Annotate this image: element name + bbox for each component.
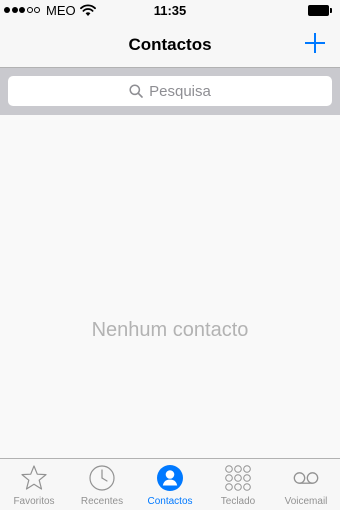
tab-bar: Favoritos Recentes Contactos Teclado Voi… [0, 458, 340, 510]
search-placeholder: Pesquisa [149, 82, 211, 100]
status-bar: MEO 11:35 [0, 0, 340, 22]
contacts-list: Nenhum contacto [0, 115, 340, 458]
search-input[interactable]: Pesquisa [8, 76, 332, 106]
person-icon [157, 465, 183, 491]
navigation-bar: Contactos [0, 22, 340, 68]
search-bar: Pesquisa [0, 68, 340, 115]
tab-recentes[interactable]: Recentes [68, 459, 136, 510]
voicemail-icon [293, 472, 319, 484]
status-time: 11:35 [153, 3, 187, 18]
battery-full-icon [308, 5, 332, 16]
tab-label: Contactos [147, 496, 193, 507]
tab-label: Voicemail [284, 496, 328, 507]
star-icon [21, 465, 47, 490]
tab-label: Favoritos [13, 496, 55, 507]
tab-teclado[interactable]: Teclado [204, 459, 272, 510]
search-icon [129, 84, 143, 98]
tab-voicemail[interactable]: Voicemail [272, 459, 340, 510]
tab-label: Recentes [80, 496, 124, 507]
page-title: Contactos [128, 35, 212, 54]
tab-favoritos[interactable]: Favoritos [0, 459, 68, 510]
tab-label: Teclado [220, 496, 256, 507]
empty-state-message: Nenhum contacto [91, 319, 249, 341]
keypad-icon [225, 465, 251, 491]
clock-icon [89, 465, 115, 491]
tab-contactos[interactable]: Contactos [136, 459, 204, 510]
add-contact-button[interactable] [300, 28, 330, 58]
